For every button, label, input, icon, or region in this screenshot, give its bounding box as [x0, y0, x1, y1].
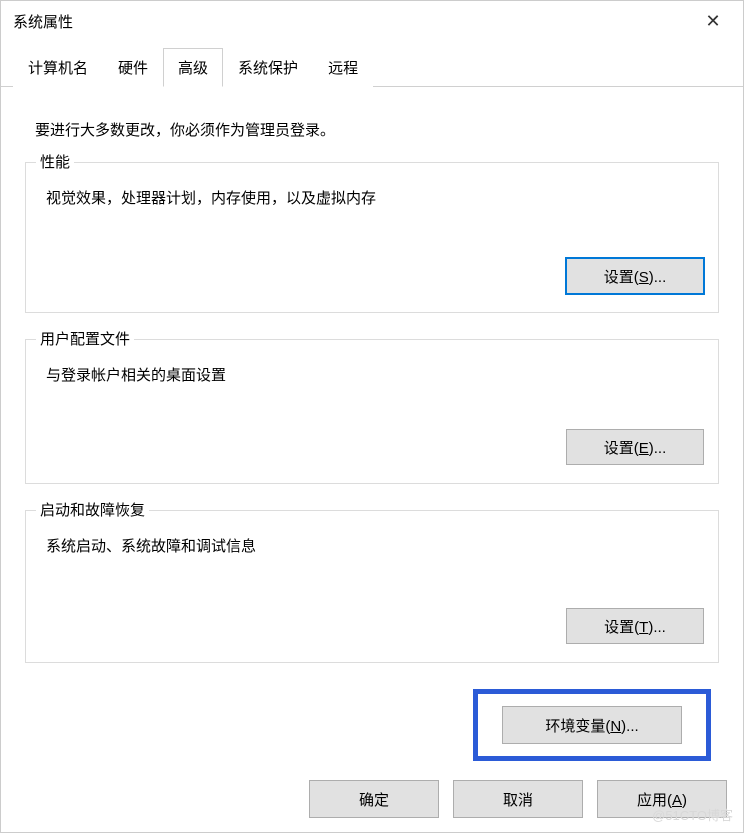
user-profiles-title: 用户配置文件: [36, 328, 134, 349]
tab-label: 系统保护: [238, 60, 298, 77]
tab-remote[interactable]: 远程: [313, 48, 373, 87]
user-profiles-settings-button[interactable]: 设置(E)...: [566, 429, 704, 465]
admin-instruction: 要进行大多数更改，你必须作为管理员登录。: [35, 119, 719, 140]
tab-advanced[interactable]: 高级: [163, 48, 223, 87]
env-vars-highlight: 环境变量(N)...: [473, 689, 711, 761]
cancel-label: 取消: [503, 792, 533, 809]
close-button[interactable]: ✕: [683, 1, 743, 41]
apply-button[interactable]: 应用(A): [597, 780, 727, 818]
tab-hardware[interactable]: 硬件: [103, 48, 163, 87]
cancel-button[interactable]: 取消: [453, 780, 583, 818]
window-title: 系统属性: [13, 11, 73, 32]
tab-strip: 计算机名 硬件 高级 系统保护 远程: [1, 47, 743, 87]
startup-recovery-settings-button[interactable]: 设置(T)...: [566, 608, 704, 644]
system-properties-dialog: 系统属性 ✕ 计算机名 硬件 高级 系统保护 远程 要进行大多数更改，你必须作为…: [0, 0, 744, 833]
advanced-tab-content: 要进行大多数更改，你必须作为管理员登录。 性能 视觉效果，处理器计划，内存使用，…: [1, 87, 743, 761]
tab-label: 高级: [178, 60, 208, 77]
tab-label: 计算机名: [28, 60, 88, 77]
user-profiles-groupbox: 用户配置文件 与登录帐户相关的桌面设置 设置(E)...: [25, 339, 719, 484]
env-vars-row: 环境变量(N)...: [25, 689, 719, 761]
tab-label: 远程: [328, 60, 358, 77]
performance-settings-button[interactable]: 设置(S)...: [566, 258, 704, 294]
titlebar: 系统属性 ✕: [1, 1, 743, 41]
performance-desc: 视觉效果，处理器计划，内存使用，以及虚拟内存: [46, 187, 704, 208]
startup-recovery-groupbox: 启动和故障恢复 系统启动、系统故障和调试信息 设置(T)...: [25, 510, 719, 663]
performance-groupbox: 性能 视觉效果，处理器计划，内存使用，以及虚拟内存 设置(S)...: [25, 162, 719, 313]
tab-label: 硬件: [118, 60, 148, 77]
close-icon: ✕: [705, 11, 720, 32]
tab-computer-name[interactable]: 计算机名: [13, 48, 103, 87]
environment-variables-button[interactable]: 环境变量(N)...: [502, 706, 682, 744]
startup-recovery-desc: 系统启动、系统故障和调试信息: [46, 535, 704, 556]
ok-button[interactable]: 确定: [309, 780, 439, 818]
user-profiles-desc: 与登录帐户相关的桌面设置: [46, 364, 704, 385]
dialog-button-row: 确定 取消 应用(A): [309, 780, 727, 818]
performance-title: 性能: [36, 151, 74, 172]
ok-label: 确定: [359, 792, 389, 809]
tab-system-protection[interactable]: 系统保护: [223, 48, 313, 87]
startup-recovery-title: 启动和故障恢复: [36, 499, 149, 520]
